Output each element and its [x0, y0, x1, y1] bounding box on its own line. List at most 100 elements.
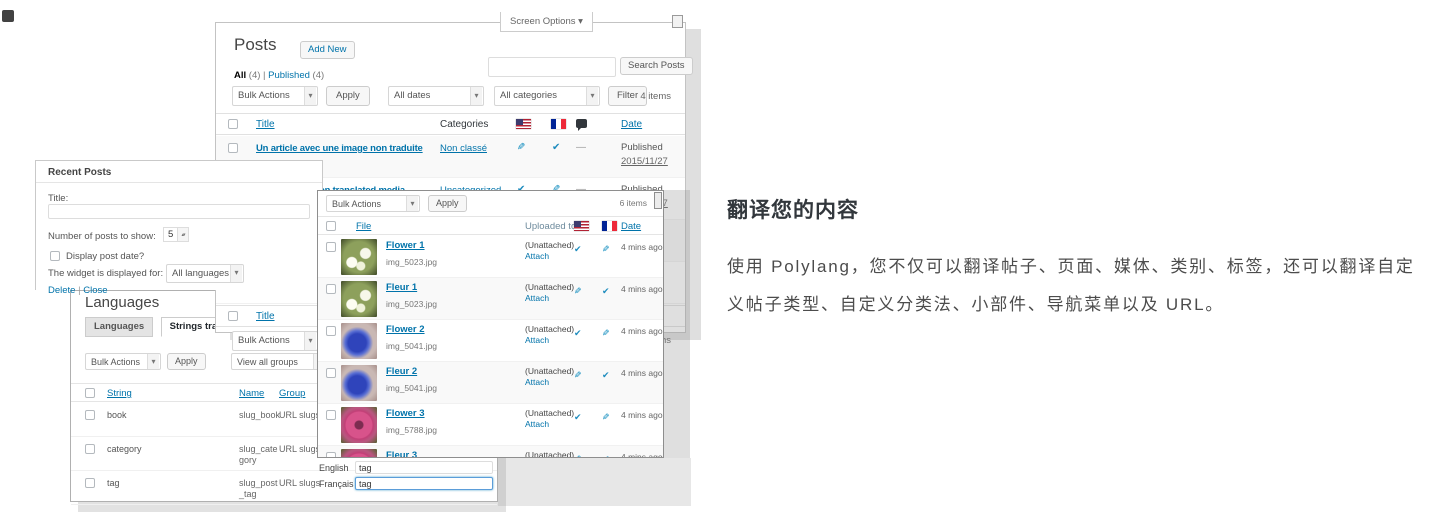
- post-comments-value: —: [576, 142, 586, 153]
- english-translation-input[interactable]: [355, 461, 493, 474]
- link-separator: |: [78, 285, 80, 296]
- posts-apply-button[interactable]: Apply: [326, 86, 370, 106]
- languages-tab[interactable]: Languages: [85, 317, 153, 337]
- column-categories: Categories: [440, 119, 488, 130]
- french-translation-icon[interactable]: ✔: [602, 370, 610, 380]
- media-filename: img_5041.jpg: [386, 383, 437, 393]
- post-category-link[interactable]: Non classé: [440, 143, 487, 154]
- widget-language-select[interactable]: All languages: [166, 264, 244, 283]
- media-thumbnail[interactable]: [341, 449, 377, 458]
- attach-link[interactable]: Attach: [525, 419, 574, 430]
- media-title-link[interactable]: Fleur 2: [386, 366, 417, 377]
- column-name[interactable]: Name: [239, 388, 264, 399]
- media-thumbnail[interactable]: [341, 407, 377, 443]
- string-value: tag: [107, 478, 120, 488]
- media-bulk-actions-select[interactable]: Bulk Actions: [326, 195, 420, 212]
- column-group[interactable]: Group: [279, 388, 305, 399]
- number-of-posts-label: Number of posts to show:: [48, 231, 156, 242]
- attach-link[interactable]: Attach: [525, 335, 574, 346]
- media-thumbnail[interactable]: [341, 365, 377, 401]
- english-translation-icon[interactable]: ✎: [574, 286, 582, 296]
- media-uploaded-cell: (Unattached)Attach: [525, 282, 574, 304]
- us-flag-icon: [516, 119, 531, 129]
- page-canvas: Languages Languages Strings translation …: [0, 0, 1454, 521]
- french-translation-icon[interactable]: ✎: [602, 328, 610, 338]
- column-date[interactable]: Date: [621, 119, 642, 130]
- english-translation-icon[interactable]: ✎: [574, 454, 582, 458]
- media-row: Fleur 2 img_5041.jpg (Unattached)Attach …: [318, 362, 663, 404]
- add-new-button[interactable]: Add New: [300, 41, 355, 59]
- media-apply-button[interactable]: Apply: [428, 195, 467, 212]
- posts-bulk-actions-select[interactable]: Bulk Actions: [232, 86, 318, 106]
- widget-title-input[interactable]: [48, 204, 310, 219]
- media-toolbar: Bulk Actions Apply 6 items: [318, 191, 663, 215]
- footer-column-title[interactable]: Title: [256, 311, 275, 322]
- attach-link[interactable]: Attach: [525, 293, 574, 304]
- row-checkbox[interactable]: [326, 452, 336, 458]
- posts-search-input[interactable]: [488, 57, 616, 77]
- column-file[interactable]: File: [356, 221, 371, 232]
- french-translation-icon[interactable]: ✔: [552, 143, 560, 153]
- french-translation-icon[interactable]: ✔: [602, 286, 610, 296]
- row-checkbox[interactable]: [326, 368, 336, 378]
- column-title[interactable]: Title: [256, 119, 275, 130]
- widget-close-link[interactable]: Close: [83, 285, 107, 296]
- displayed-for-label: The widget is displayed for:: [48, 268, 163, 279]
- search-posts-button[interactable]: Search Posts: [620, 57, 693, 75]
- media-thumbnail[interactable]: [341, 281, 377, 317]
- posts-footer-bulk-actions-select[interactable]: Bulk Actions: [232, 331, 318, 351]
- column-date[interactable]: Date: [621, 221, 641, 232]
- strings-apply-button[interactable]: Apply: [167, 353, 206, 370]
- row-checkbox[interactable]: [326, 284, 336, 294]
- row-checkbox[interactable]: [85, 444, 95, 454]
- row-checkbox[interactable]: [326, 242, 336, 252]
- english-translation-icon[interactable]: ✎: [517, 143, 525, 153]
- media-title-link[interactable]: Flower 3: [386, 408, 425, 419]
- row-checkbox[interactable]: [326, 410, 336, 420]
- media-title-link[interactable]: Flower 1: [386, 240, 425, 251]
- english-translation-icon[interactable]: ✔: [574, 244, 582, 254]
- row-checkbox[interactable]: [228, 143, 238, 153]
- posts-page-title: Posts: [234, 35, 277, 55]
- media-thumbnail[interactable]: [341, 239, 377, 275]
- strings-bulk-actions-select[interactable]: Bulk Actions: [85, 353, 161, 370]
- widget-delete-link[interactable]: Delete: [48, 285, 75, 296]
- english-translation-icon[interactable]: ✎: [574, 370, 582, 380]
- filter-all-count: (4): [249, 70, 261, 81]
- select-all-checkbox[interactable]: [228, 311, 238, 321]
- display-post-date-checkbox[interactable]: [50, 251, 60, 261]
- number-of-posts-stepper[interactable]: 5: [163, 227, 189, 242]
- media-filename: img_5788.jpg: [386, 425, 437, 435]
- string-name: slug_post_tag: [239, 478, 281, 500]
- view-all-groups-select[interactable]: View all groups: [231, 353, 327, 370]
- row-checkbox[interactable]: [85, 410, 95, 420]
- media-title-link[interactable]: Fleur 1: [386, 282, 417, 293]
- media-title-link[interactable]: Fleur 3: [386, 450, 417, 458]
- english-translation-icon[interactable]: ✔: [574, 328, 582, 338]
- select-all-checkbox[interactable]: [228, 119, 238, 129]
- row-checkbox[interactable]: [85, 478, 95, 488]
- filter-all-link[interactable]: All: [234, 70, 246, 81]
- french-translation-icon[interactable]: ✎: [602, 412, 610, 422]
- screen-options-tab[interactable]: Screen Options ▾: [500, 12, 593, 32]
- attach-link[interactable]: Attach: [525, 251, 574, 262]
- english-translation-icon[interactable]: ✔: [574, 412, 582, 422]
- description-heading: 翻译您的内容: [727, 194, 1429, 224]
- media-thumbnail[interactable]: [341, 323, 377, 359]
- row-checkbox[interactable]: [326, 326, 336, 336]
- select-all-checkbox[interactable]: [326, 221, 336, 231]
- string-group: URL slugs: [279, 444, 320, 454]
- column-string[interactable]: String: [107, 388, 132, 399]
- all-dates-select[interactable]: All dates: [388, 86, 484, 106]
- select-all-checkbox[interactable]: [85, 388, 95, 398]
- french-translation-input[interactable]: [355, 477, 493, 490]
- widget-header[interactable]: Recent Posts: [36, 161, 322, 183]
- post-title-link[interactable]: Un article avec une image non traduite: [256, 143, 423, 154]
- attach-link[interactable]: Attach: [525, 377, 574, 388]
- french-translation-icon[interactable]: ✎: [602, 244, 610, 254]
- media-title-link[interactable]: Flower 2: [386, 324, 425, 335]
- all-categories-select[interactable]: All categories: [494, 86, 600, 106]
- french-translation-icon[interactable]: ✔: [602, 454, 610, 458]
- filter-published-link[interactable]: Published: [268, 70, 310, 81]
- scrollbar-thumb[interactable]: [654, 192, 662, 209]
